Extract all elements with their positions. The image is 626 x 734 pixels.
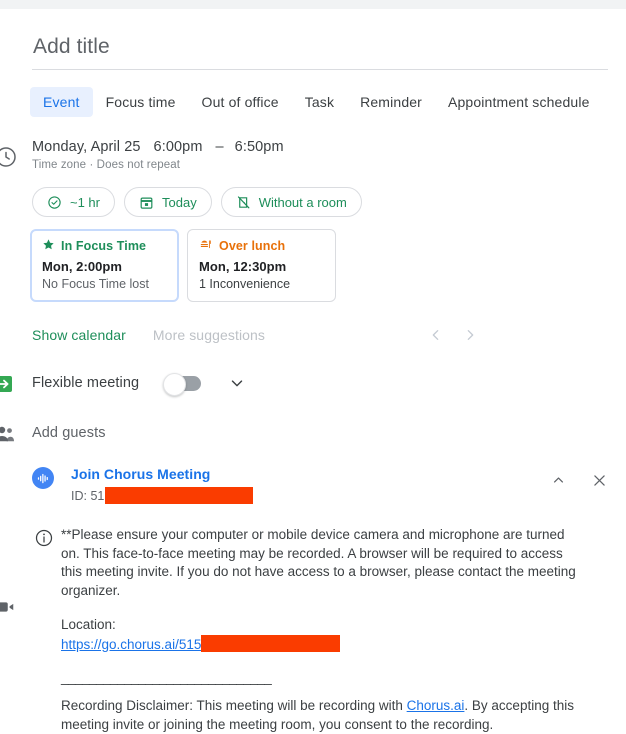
suggestion-card-header: In Focus Time <box>42 238 166 254</box>
chorus-waveform-icon <box>32 467 54 489</box>
suggestion-card-over-lunch[interactable]: Over lunch Mon, 12:30pm 1 Inconvenience <box>187 229 336 302</box>
suggestion-card-header: Over lunch <box>199 238 323 254</box>
chevron-up-icon[interactable] <box>550 472 567 489</box>
tab-event[interactable]: Event <box>30 87 93 117</box>
check-circle-icon <box>47 195 62 210</box>
suggestion-card-note: 1 Inconvenience <box>199 277 291 291</box>
title-input[interactable]: Add title <box>32 31 608 70</box>
show-calendar-link[interactable]: Show calendar <box>32 327 126 343</box>
conference-id-prefix: ID: 51 <box>71 488 105 503</box>
close-icon[interactable] <box>591 472 608 489</box>
chevron-right-icon[interactable] <box>462 327 478 343</box>
flexible-meeting-row: Flexible meeting <box>0 370 626 396</box>
description-body[interactable]: **Please ensure your computer or mobile … <box>61 526 581 734</box>
no-room-icon <box>236 195 251 210</box>
suggestion-cards: In Focus Time Mon, 2:00pm No Focus Time … <box>0 229 626 302</box>
event-start-time[interactable]: 6:00pm <box>154 139 203 155</box>
more-suggestions-link[interactable]: More suggestions <box>153 327 265 343</box>
location-label: Location: <box>61 617 116 632</box>
flexible-meeting-label: Flexible meeting <box>32 375 140 391</box>
suggestion-card-in-focus-time[interactable]: In Focus Time Mon, 2:00pm No Focus Time … <box>30 229 179 302</box>
recording-disclaimer: Recording Disclaimer: This meeting will … <box>61 697 581 734</box>
join-chorus-meeting-link[interactable]: Join Chorus Meeting <box>71 466 210 482</box>
suggestions-controls-row: Show calendar More suggestions <box>0 324 626 346</box>
event-type-tabs: Event Focus time Out of office Task Remi… <box>0 87 626 117</box>
divider-line: ______________________________ <box>61 670 272 685</box>
datetime-block: Monday, April 25 6:00pm –6:50pm Time zone … <box>0 139 626 171</box>
time-dash: – <box>215 139 224 155</box>
conference-details: Join Chorus Meeting ID: 51 <box>71 466 254 504</box>
tab-focus-time[interactable]: Focus time <box>93 87 189 117</box>
location-url-link[interactable]: https://go.chorus.ai/515 <box>61 637 201 652</box>
title-row: Add title <box>0 31 626 70</box>
window-top-bar <box>0 0 626 9</box>
add-guests-label: Add guests <box>32 425 106 441</box>
calendar-icon <box>139 195 154 210</box>
chip-without-a-room-label: Without a room <box>258 194 347 210</box>
suggestion-card-note: No Focus Time lost <box>42 277 149 291</box>
suggestion-card-time: Mon, 12:30pm <box>199 259 287 274</box>
chevron-down-icon[interactable] <box>228 374 246 392</box>
tab-out-of-office[interactable]: Out of office <box>189 87 292 117</box>
event-date[interactable]: Monday, April 25 <box>32 139 141 155</box>
location-line: https://go.chorus.ai/515 <box>61 634 581 655</box>
chip-duration-label: ~1 hr <box>70 194 100 210</box>
info-icon <box>34 528 58 552</box>
conference-id-line: ID: 51 <box>71 487 254 504</box>
description-row: **Please ensure your computer or mobile … <box>0 526 626 734</box>
quick-chips: ~1 hr Today Without a room <box>0 187 626 217</box>
chip-without-a-room[interactable]: Without a room <box>220 187 362 217</box>
suggestion-card-time: Mon, 2:00pm <box>42 259 123 274</box>
suggestion-card-title: In Focus Time <box>61 239 147 253</box>
flexible-icon <box>0 372 16 396</box>
toggle-knob <box>163 372 187 396</box>
tab-reminder[interactable]: Reminder <box>347 87 435 117</box>
chip-today-label: Today <box>162 194 197 210</box>
suggestion-pager <box>428 327 478 343</box>
flexible-meeting-toggle[interactable] <box>163 372 202 396</box>
people-icon <box>0 422 17 446</box>
video-camera-icon <box>0 596 18 620</box>
event-editor-panel: Add title Event Focus time Out of office… <box>0 31 626 734</box>
add-guests-row[interactable]: Add guests <box>0 422 626 444</box>
datetime-main: Monday, April 25 6:00pm –6:50pm <box>32 139 626 155</box>
star-icon <box>42 238 55 254</box>
conference-actions <box>550 472 608 489</box>
timezone-repeat-line[interactable]: Time zone · Does not repeat <box>32 159 626 171</box>
lunch-icon <box>199 238 213 254</box>
tab-task[interactable]: Task <box>292 87 347 117</box>
redaction-bar-meeting-id <box>105 487 254 504</box>
event-end-time[interactable]: 6:50pm <box>235 139 284 155</box>
tab-appointment-schedule[interactable]: Appointment schedule <box>435 87 603 117</box>
redaction-bar-location <box>201 634 341 652</box>
chevron-left-icon[interactable] <box>428 327 444 343</box>
chip-today[interactable]: Today <box>124 187 212 217</box>
suggestion-card-title: Over lunch <box>219 239 286 253</box>
chip-duration[interactable]: ~1 hr <box>32 187 115 217</box>
description-paragraph: **Please ensure your computer or mobile … <box>61 527 576 598</box>
clock-icon <box>0 145 18 169</box>
conference-row: Join Chorus Meeting ID: 51 <box>0 466 626 504</box>
